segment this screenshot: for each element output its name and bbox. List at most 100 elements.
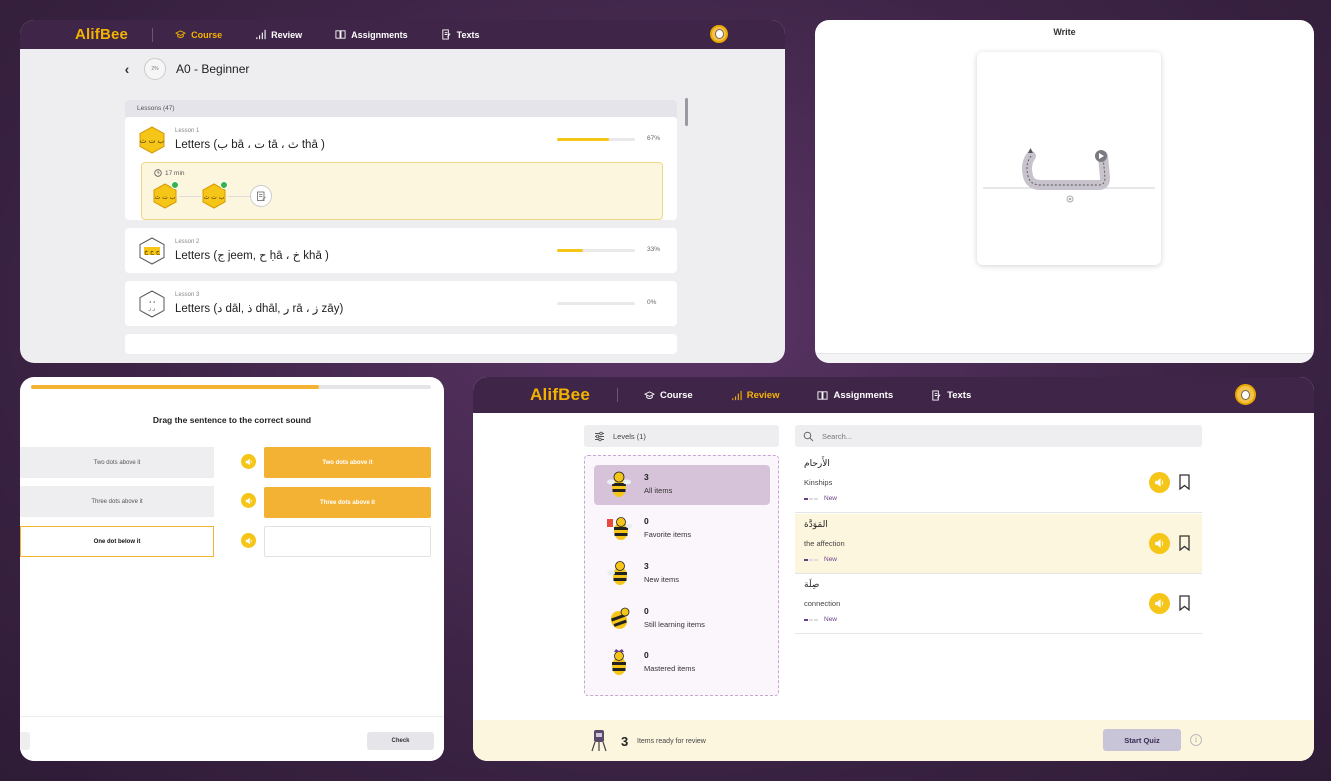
- speaker-button[interactable]: [241, 493, 256, 508]
- bee-icon: [612, 649, 626, 675]
- avatar[interactable]: [1235, 384, 1256, 405]
- word-audio-button[interactable]: [1149, 593, 1170, 614]
- document-edit-icon: [932, 389, 941, 401]
- status-progress-indicator: [804, 558, 818, 561]
- draggable-sentence-selected[interactable]: One dot below it: [20, 526, 214, 557]
- lesson-hexagon-icon: ب ت ث: [139, 126, 165, 154]
- lesson-card[interactable]: د ذ ر ز Lesson 3 Letters (د dāl, ذ dhāl,…: [125, 281, 677, 326]
- exercise-progress-bar: [31, 385, 431, 389]
- start-quiz-button[interactable]: Start Quiz: [1103, 729, 1181, 751]
- nav-texts[interactable]: Texts: [441, 29, 480, 40]
- avatar[interactable]: [710, 25, 728, 43]
- speaker-icon: [1155, 478, 1164, 487]
- bar-chart-icon: [732, 390, 742, 400]
- word-audio-button[interactable]: [1149, 472, 1170, 493]
- nav-course-label: Course: [659, 389, 693, 401]
- level-all-items[interactable]: 3 All items: [594, 465, 770, 505]
- level-mastered-items[interactable]: 0 Mastered items: [594, 643, 770, 683]
- level-progress-circle: 2%: [144, 58, 166, 80]
- level-count: 3: [644, 472, 649, 482]
- speaker-icon: [1155, 539, 1164, 548]
- review-word-row[interactable]: الأَرحام Kinships New: [795, 453, 1202, 513]
- draggable-sentence[interactable]: Two dots above it: [20, 447, 214, 478]
- graduation-cap-icon: [175, 30, 187, 38]
- nav-assignments[interactable]: Assignments: [335, 29, 408, 40]
- back-arrow-icon[interactable]: ‹: [120, 61, 134, 77]
- lesson-title: Letters (ب bā ، ت tā ، ث thā ): [175, 139, 325, 151]
- lesson-detail-expanded: 17 min ب ت ث ب ت ث: [141, 162, 663, 220]
- speaker-button[interactable]: [241, 454, 256, 469]
- level-label: Still learning items: [644, 620, 705, 629]
- lesson-card-partial[interactable]: [125, 334, 677, 354]
- nav-texts-label: Texts: [456, 29, 480, 40]
- avatar-face-icon: [1241, 389, 1250, 400]
- level-favorite-items[interactable]: 0 Favorite items: [594, 509, 770, 549]
- drop-target-filled[interactable]: Three dots above it: [264, 487, 431, 518]
- lessons-count-header: Lessons (47): [125, 100, 677, 117]
- quiz-step-icon[interactable]: [250, 185, 272, 207]
- lesson-progress-bar: [557, 302, 635, 305]
- nav-course[interactable]: Course: [175, 29, 222, 40]
- skip-button[interactable]: [20, 732, 30, 750]
- lesson-hexagon-icon: د ذ ر ز: [139, 290, 165, 318]
- nav-texts[interactable]: Texts: [931, 390, 971, 401]
- step-complete-check-icon: [171, 181, 179, 189]
- info-icon[interactable]: i: [1190, 734, 1202, 746]
- lesson-row[interactable]: ب ت ث Lesson 1 Letters (ب bā ، ت tā ، ث …: [125, 117, 677, 162]
- search-input[interactable]: Search...: [795, 425, 1202, 447]
- course-panel: AlifBee Course Review Assignments Texts …: [20, 20, 785, 363]
- word-status: New: [804, 495, 837, 502]
- writing-canvas[interactable]: [977, 52, 1161, 265]
- check-button[interactable]: Check: [367, 732, 434, 750]
- lesson-progress-text: 33%: [647, 246, 661, 253]
- word-audio-button[interactable]: [1149, 533, 1170, 554]
- levels-filter[interactable]: Levels (1): [584, 425, 779, 447]
- bookmark-icon[interactable]: [1179, 595, 1190, 611]
- nav-review[interactable]: Review: [255, 29, 302, 40]
- svg-text:ر ز: ر ز: [148, 306, 156, 312]
- ready-text: Items ready for review: [637, 738, 706, 745]
- speaker-icon: [245, 537, 252, 544]
- write-title: Write: [1053, 27, 1076, 37]
- drop-target-filled[interactable]: Two dots above it: [264, 447, 431, 478]
- level-still-learning-items[interactable]: 0 Still learning items: [594, 599, 770, 639]
- bee-icon: [607, 471, 631, 497]
- search-placeholder: Search...: [822, 431, 853, 441]
- lesson-row[interactable]: د ذ ر ز Lesson 3 Letters (د dāl, ذ dhāl,…: [125, 281, 677, 326]
- lessons-list: Lessons (47) ب ت ث Lesson 1 Letters (ب b…: [125, 100, 677, 355]
- nav-course[interactable]: Course: [643, 389, 693, 401]
- lesson-card[interactable]: ب ت ث Lesson 1 Letters (ب bā ، ت tā ، ث …: [125, 117, 677, 220]
- lesson-hexagon-icon: ج ح خ: [139, 237, 165, 265]
- review-word-row[interactable]: المَوَدَّة the affection New: [795, 514, 1202, 574]
- search-icon: [803, 431, 814, 441]
- avatar-face-icon: [714, 29, 724, 39]
- word-status-label: New: [824, 616, 838, 623]
- word-status: New: [804, 556, 837, 563]
- review-panel: AlifBee Course Review Assignments Texts …: [473, 377, 1314, 761]
- lessons-scrollbar[interactable]: [685, 98, 688, 126]
- app-logo[interactable]: AlifBee: [530, 385, 590, 405]
- lesson-progress-bar: [557, 249, 635, 252]
- lesson-card[interactable]: ج ح خ Lesson 2 Letters (ج jeem, ح ḥā ، خ…: [125, 228, 677, 273]
- lesson-progress-text: 0%: [647, 299, 657, 306]
- word-arabic: الأَرحام: [804, 459, 830, 469]
- app-logo[interactable]: AlifBee: [75, 26, 128, 43]
- step-complete-check-icon: [220, 181, 228, 189]
- bookmark-icon[interactable]: [1179, 474, 1190, 490]
- bee-with-bookmark-icon: [607, 517, 632, 540]
- review-word-row[interactable]: صِلَة connection New: [795, 574, 1202, 634]
- drop-target-empty[interactable]: [264, 526, 431, 557]
- draggable-sentence[interactable]: Three dots above it: [20, 486, 214, 517]
- drag-exercise-panel: Drag the sentence to the correct sound T…: [20, 377, 444, 761]
- speaker-icon: [245, 458, 252, 465]
- nav-separator: [616, 388, 618, 402]
- lesson-row[interactable]: ج ح خ Lesson 2 Letters (ج jeem, ح ḥā ، خ…: [125, 228, 677, 273]
- lesson-number: Lesson 1: [175, 128, 200, 134]
- nav-assignments[interactable]: Assignments: [817, 390, 893, 401]
- bookmark-icon[interactable]: [1179, 535, 1190, 551]
- lesson-progress-text: 67%: [647, 135, 661, 142]
- level-new-items[interactable]: 3 New items: [594, 554, 770, 594]
- nav-review[interactable]: Review: [731, 390, 779, 401]
- speaker-button[interactable]: [241, 533, 256, 548]
- sliders-icon: [595, 431, 604, 441]
